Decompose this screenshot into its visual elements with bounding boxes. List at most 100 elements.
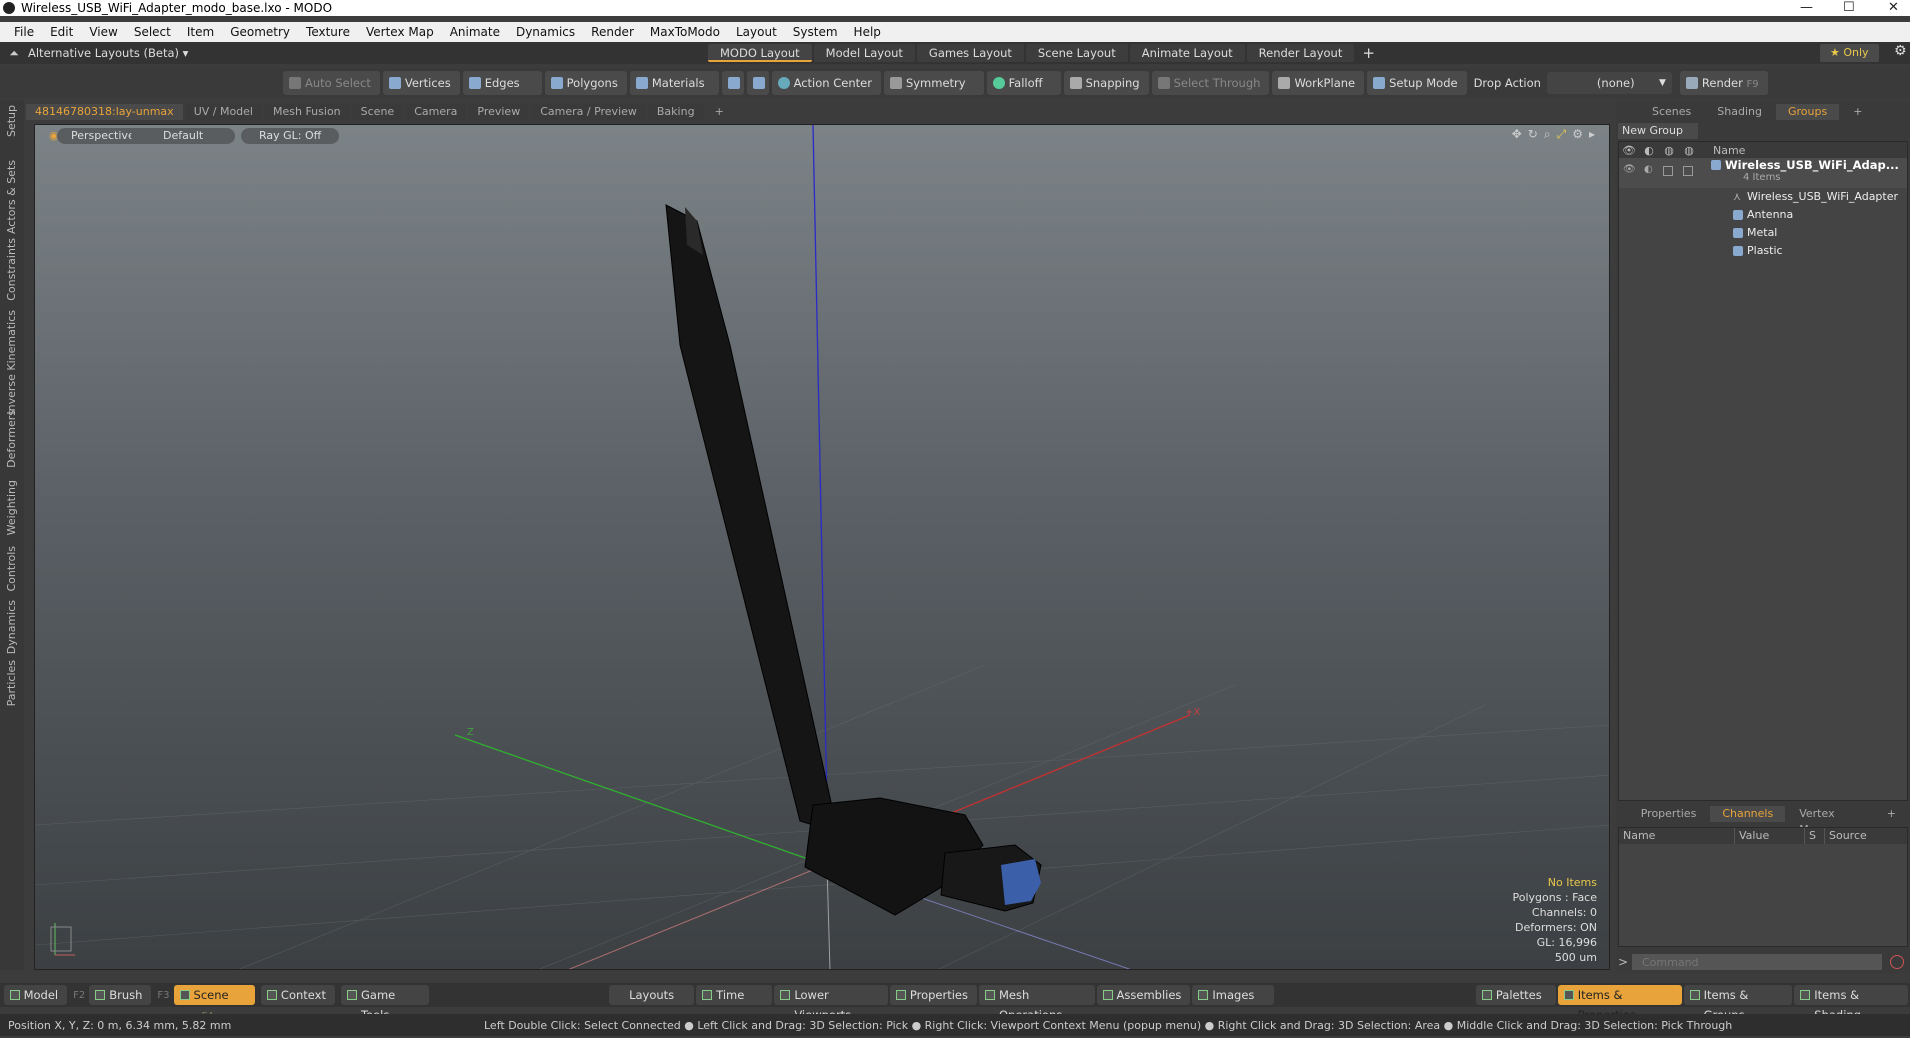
lower-viewports-button[interactable]: Lower Viewports — [774, 985, 888, 1022]
minimize-button[interactable]: — — [1800, 0, 1813, 15]
command-input[interactable] — [1632, 954, 1882, 970]
assemblies-button[interactable]: Assemblies — [1096, 985, 1191, 1005]
vtab-inverse-kinematics[interactable]: Inverse Kinematics — [5, 310, 18, 415]
tab-vertex-maps[interactable]: Vertex Maps — [1787, 806, 1873, 836]
zoom-icon[interactable]: ⌕ — [1544, 127, 1551, 142]
vtab-actors-sets[interactable]: Actors & Sets — [5, 160, 18, 234]
menu-system[interactable]: System — [785, 25, 846, 39]
visibility-col-icon[interactable]: 👁 — [1619, 144, 1639, 157]
vtab-dynamics[interactable]: Dynamics — [5, 600, 18, 654]
workplane-button[interactable]: WorkPlane — [1272, 71, 1365, 95]
alternative-layouts-dropdown[interactable]: Alternative Layouts (Beta) ▾ — [28, 46, 708, 60]
vtab-weighting[interactable]: Weighting — [5, 480, 18, 535]
add-props-tab-button[interactable]: + — [1875, 806, 1908, 822]
lock-toggle-box[interactable] — [1663, 166, 1673, 176]
action-center-button[interactable]: Action Center — [771, 71, 881, 95]
tab-camera-preview[interactable]: Camera / Preview — [531, 104, 646, 120]
gear-icon[interactable]: ⚙ — [1894, 43, 1907, 59]
menu-animate[interactable]: Animate — [442, 25, 508, 39]
tab-scenes[interactable]: Scenes — [1640, 104, 1704, 120]
vertices-button[interactable]: Vertices — [382, 71, 460, 95]
tab-baking[interactable]: Baking — [647, 104, 704, 120]
select-toggle-box[interactable] — [1683, 166, 1693, 176]
add-viewport-tab-button[interactable]: + — [706, 104, 733, 120]
menu-maxtomodo[interactable]: MaxToModo — [642, 25, 728, 39]
vtab-constraints[interactable]: Constraints — [5, 238, 18, 301]
tab-camera[interactable]: Camera — [405, 104, 467, 120]
tab-preview[interactable]: Preview — [468, 104, 530, 120]
select-through-button[interactable]: Select Through — [1151, 71, 1270, 95]
drop-action-select[interactable]: (none) ▼ — [1546, 72, 1672, 94]
render-button[interactable]: Render F9 — [1679, 71, 1768, 95]
tab-model-layout[interactable]: Model Layout — [813, 44, 915, 62]
vtab-particles[interactable]: Particles — [5, 660, 18, 706]
tab-channels[interactable]: Channels — [1710, 806, 1786, 822]
menu-edit[interactable]: Edit — [42, 25, 81, 39]
symmetry-button[interactable]: Symmetry — [883, 71, 984, 95]
close-button[interactable]: ✕ — [1888, 0, 1899, 15]
visibility-toggle-icon[interactable]: 👁 — [1623, 164, 1636, 175]
palettes-button[interactable]: Palettes — [1475, 985, 1556, 1005]
selection-mode-a-button[interactable] — [721, 71, 744, 95]
auto-select-button[interactable]: Auto Select — [283, 71, 380, 95]
maximize-button[interactable]: ☐ — [1843, 0, 1855, 15]
tab-shading[interactable]: Shading — [1705, 104, 1774, 120]
rotate-icon[interactable]: ↻ — [1528, 127, 1538, 142]
snapping-button[interactable]: Snapping — [1063, 71, 1149, 95]
list-item[interactable]: Plastic — [1619, 242, 1907, 260]
lock-col-icon[interactable]: ◍ — [1659, 144, 1679, 157]
only-button[interactable]: ★ Only — [1820, 44, 1879, 62]
tab-scene-layout[interactable]: Scene Layout — [1025, 44, 1128, 62]
setup-mode-button[interactable]: Setup Mode — [1367, 71, 1467, 95]
falloff-button[interactable]: Falloff — [986, 71, 1061, 95]
mesh-operations-button[interactable]: Mesh Operations — [979, 985, 1095, 1022]
brush-mode-button[interactable]: Brush — [89, 985, 152, 1005]
new-group-button[interactable]: New Group — [1618, 123, 1698, 139]
items-properties-button[interactable]: Items & Properties — [1557, 985, 1682, 1022]
list-item[interactable]: Metal — [1619, 224, 1907, 242]
fit-view-icon[interactable]: ⤢ — [1557, 127, 1567, 142]
menu-file[interactable]: File — [6, 25, 42, 39]
pan-icon[interactable]: ✥ — [1512, 127, 1522, 142]
viewport-settings-icon[interactable]: ⚙ — [1572, 127, 1583, 142]
menu-item[interactable]: Item — [179, 25, 222, 39]
render-toggle-icon[interactable]: ◐ — [1644, 164, 1653, 175]
selection-mode-b-button[interactable] — [746, 71, 769, 95]
vtab-controls[interactable]: Controls — [5, 546, 18, 592]
time-button[interactable]: Time — [696, 985, 773, 1005]
context-button[interactable]: Context — [260, 985, 335, 1005]
3d-viewport[interactable]: +X Z ◉ Perspective Default Ray GL: Off ✥… — [34, 124, 1610, 970]
menu-help[interactable]: Help — [846, 25, 889, 39]
items-groups-button[interactable]: Items & Groups — [1683, 985, 1793, 1022]
scene-mode-button[interactable]: Scene F4 — [173, 985, 255, 1022]
images-button[interactable]: Images — [1192, 985, 1275, 1005]
raygl-button[interactable]: Ray GL: Off — [241, 128, 340, 144]
model-mode-button[interactable]: Model — [3, 985, 68, 1005]
tab-animate-layout[interactable]: Animate Layout — [1129, 44, 1245, 62]
menu-layout[interactable]: Layout — [728, 25, 785, 39]
polygons-button[interactable]: Polygons — [544, 71, 627, 95]
tab-games-layout[interactable]: Games Layout — [916, 44, 1024, 62]
menu-texture[interactable]: Texture — [298, 25, 358, 39]
menu-geometry[interactable]: Geometry — [222, 25, 298, 39]
vtab-deformers[interactable]: Deformers — [5, 410, 18, 468]
edges-button[interactable]: Edges — [462, 71, 542, 95]
tab-lay-unmax[interactable]: 48146780318:lay-unmax — [26, 104, 183, 120]
menu-select[interactable]: Select — [126, 25, 179, 39]
items-shading-button[interactable]: Items & Shading — [1794, 985, 1909, 1022]
tab-mesh-fusion[interactable]: Mesh Fusion — [264, 104, 350, 120]
render-col-icon[interactable]: ◐ — [1639, 144, 1659, 157]
add-panel-tab-button[interactable]: + — [1841, 104, 1874, 120]
tab-properties[interactable]: Properties — [1628, 806, 1709, 822]
tab-scene[interactable]: Scene — [351, 104, 404, 120]
properties-button[interactable]: Properties — [889, 985, 977, 1005]
tab-groups[interactable]: Groups — [1775, 104, 1840, 120]
menu-view[interactable]: View — [81, 25, 125, 39]
tab-uv-model[interactable]: UV / Model — [184, 104, 262, 120]
materials-button[interactable]: Materials — [629, 71, 719, 95]
list-item[interactable]: ⋏ Wireless_USB_WiFi_Adapter — [1619, 188, 1907, 206]
command-history-icon[interactable] — [1890, 955, 1904, 969]
menu-render[interactable]: Render — [583, 25, 642, 39]
game-tools-button[interactable]: Game Tools — [340, 985, 429, 1022]
group-row[interactable]: 👁 ◐ Wireless_USB_WiFi_Adap... 4 Items — [1619, 158, 1907, 188]
